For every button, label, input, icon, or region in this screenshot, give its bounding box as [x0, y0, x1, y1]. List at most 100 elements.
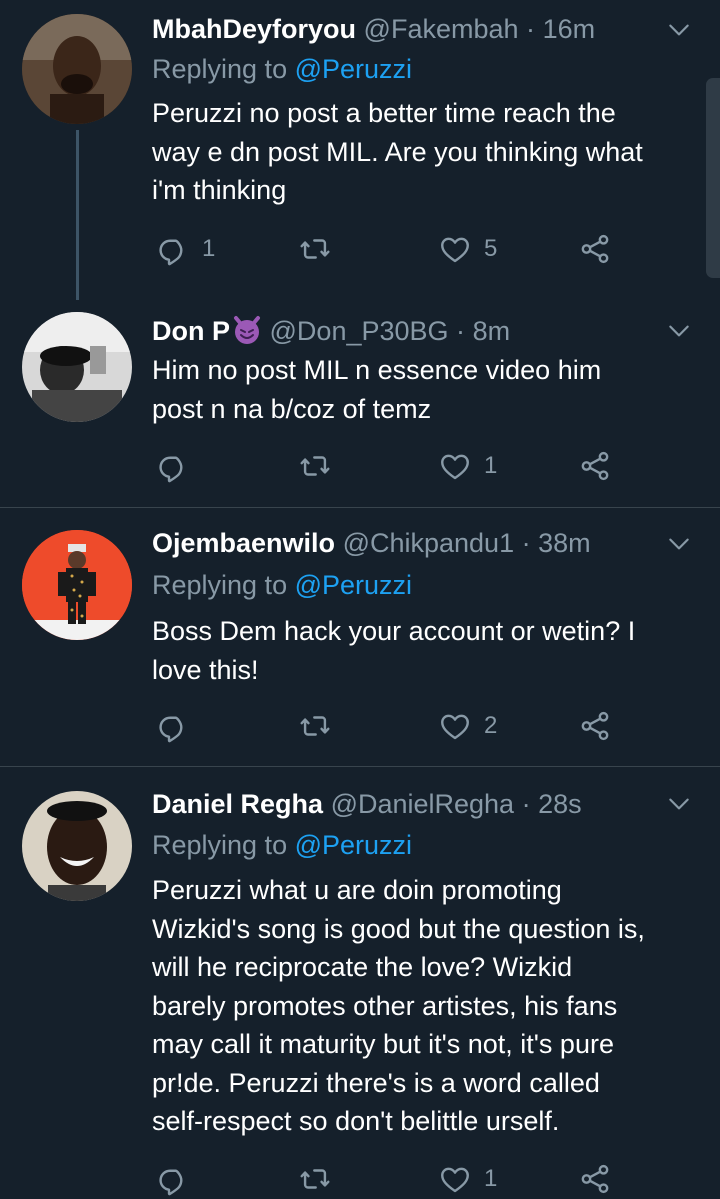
- text-line: barely promotes other artistes, his fans: [152, 990, 618, 1021]
- heart-icon: [438, 1162, 472, 1196]
- text-line: i'm thinking: [152, 175, 287, 205]
- chevron-down-icon[interactable]: [666, 17, 692, 43]
- chevron-down-icon[interactable]: [666, 791, 692, 817]
- avatar[interactable]: [22, 791, 132, 901]
- share-icon: [578, 232, 612, 266]
- heart-icon: [438, 232, 472, 266]
- share-icon: [578, 709, 612, 743]
- separator: ·: [456, 316, 466, 346]
- replying-label: Replying to: [152, 570, 295, 600]
- reply-count: 1: [202, 235, 216, 262]
- text-line: pr!de. Peruzzi there's is a word called: [152, 1067, 600, 1098]
- reply-icon: [156, 709, 190, 743]
- like-button[interactable]: 1: [438, 446, 497, 486]
- text-line: post n na b/coz of temz: [152, 393, 432, 424]
- timestamp[interactable]: 8m: [473, 316, 511, 346]
- chevron-down-icon[interactable]: [666, 531, 692, 557]
- mention-link[interactable]: @Peruzzi: [295, 54, 412, 84]
- tweet-text: Peruzzi no post a better time reach the …: [152, 94, 702, 210]
- retweet-icon: [298, 1162, 332, 1196]
- like-button[interactable]: 2: [438, 706, 497, 746]
- mention-link[interactable]: @Peruzzi: [295, 570, 412, 600]
- reply-icon: [156, 449, 190, 483]
- replying-to: Replying to @Peruzzi: [152, 828, 412, 862]
- username[interactable]: @DanielRegha: [331, 789, 515, 819]
- display-name[interactable]: MbahDeyforyou: [152, 14, 356, 44]
- tweet-2[interactable]: Don P @Don_P30BG · 8m Him no post MIL n …: [0, 300, 720, 506]
- text-line: Peruzzi what u are doin promoting: [152, 875, 562, 905]
- text-line: way e dn post MIL. Are you thinking what: [152, 136, 643, 167]
- separator: ·: [521, 789, 531, 819]
- text-line: may call it maturity but it's not, it's …: [152, 1029, 614, 1059]
- retweet-icon: [298, 709, 332, 743]
- chevron-down-icon[interactable]: [666, 318, 692, 344]
- tweet-header: Don P @Don_P30BG · 8m: [152, 314, 510, 348]
- tweet-actions: 2: [152, 706, 672, 746]
- share-button[interactable]: [578, 446, 612, 486]
- replying-to: Replying to @Peruzzi: [152, 52, 412, 86]
- tweet-3[interactable]: Ojembaenwilo @Chikpandu1 · 38m Replying …: [0, 508, 720, 766]
- text-line: self-respect so don't belittle urself.: [152, 1106, 560, 1136]
- text-line: Boss Dem hack your account or wetin? I: [152, 616, 636, 646]
- username[interactable]: @Chikpandu1: [343, 528, 515, 558]
- tweet-header: MbahDeyforyou @Fakembah · 16m: [152, 12, 595, 46]
- reply-icon: [156, 232, 190, 266]
- replying-to: Replying to @Peruzzi: [152, 568, 412, 602]
- reply-button[interactable]: 1: [156, 229, 215, 269]
- retweet-button[interactable]: [298, 229, 332, 269]
- tweet-text: Peruzzi what u are doin promoting Wizkid…: [152, 871, 702, 1141]
- text-line: love this!: [152, 654, 259, 685]
- text-line: Him no post MIL n essence video him: [152, 355, 602, 385]
- text-line: Peruzzi no post a better time reach the: [152, 98, 616, 128]
- like-count: 1: [484, 452, 498, 479]
- display-name[interactable]: Daniel Regha: [152, 789, 323, 819]
- like-count: 1: [484, 1165, 498, 1192]
- retweet-button[interactable]: [298, 1159, 332, 1199]
- tweet-actions: 1: [152, 1159, 672, 1199]
- separator: ·: [521, 528, 531, 558]
- retweet-button[interactable]: [298, 706, 332, 746]
- reply-button[interactable]: [156, 1159, 190, 1199]
- display-name[interactable]: Ojembaenwilo: [152, 528, 335, 558]
- tweet-text: Him no post MIL n essence video him post…: [152, 351, 702, 428]
- heart-icon: [438, 709, 472, 743]
- share-icon: [578, 449, 612, 483]
- like-count: 5: [484, 235, 498, 262]
- retweet-icon: [298, 232, 332, 266]
- share-button[interactable]: [578, 706, 612, 746]
- reply-button[interactable]: [156, 446, 190, 486]
- tweet-text: Boss Dem hack your account or wetin? I l…: [152, 612, 702, 689]
- timestamp[interactable]: 28s: [538, 789, 582, 819]
- username[interactable]: @Don_P30BG: [270, 316, 449, 346]
- tweet-actions: 1 5: [152, 229, 672, 269]
- tweet-actions: 1: [152, 446, 672, 486]
- tweet-header: Daniel Regha @DanielRegha · 28s: [152, 787, 582, 821]
- timestamp[interactable]: 38m: [538, 528, 591, 558]
- tweet-4[interactable]: Daniel Regha @DanielRegha · 28s Replying…: [0, 767, 720, 1174]
- timestamp[interactable]: 16m: [543, 14, 596, 44]
- reply-button[interactable]: [156, 706, 190, 746]
- retweet-icon: [298, 449, 332, 483]
- like-button[interactable]: 5: [438, 229, 497, 269]
- heart-icon: [438, 449, 472, 483]
- share-button[interactable]: [578, 1159, 612, 1199]
- text-line: Wizkid's song is good but the question i…: [152, 913, 645, 944]
- avatar[interactable]: [22, 312, 132, 422]
- mention-link[interactable]: @Peruzzi: [295, 830, 412, 860]
- replying-label: Replying to: [152, 54, 295, 84]
- tweet-1[interactable]: MbahDeyforyou @Fakembah · 16m Replying t…: [0, 0, 720, 300]
- share-icon: [578, 1162, 612, 1196]
- reply-icon: [156, 1162, 190, 1196]
- share-button[interactable]: [578, 229, 612, 269]
- retweet-button[interactable]: [298, 446, 332, 486]
- thread-line: [76, 130, 79, 300]
- display-name[interactable]: Don P: [152, 316, 262, 346]
- avatar[interactable]: [22, 14, 132, 124]
- like-button[interactable]: 1: [438, 1159, 497, 1199]
- separator: ·: [526, 14, 536, 44]
- avatar[interactable]: [22, 530, 132, 640]
- smiling-devil-emoji: [234, 316, 260, 344]
- replying-label: Replying to: [152, 830, 295, 860]
- text-line: will he reciprocate the love? Wizkid: [152, 952, 573, 982]
- username[interactable]: @Fakembah: [364, 14, 519, 44]
